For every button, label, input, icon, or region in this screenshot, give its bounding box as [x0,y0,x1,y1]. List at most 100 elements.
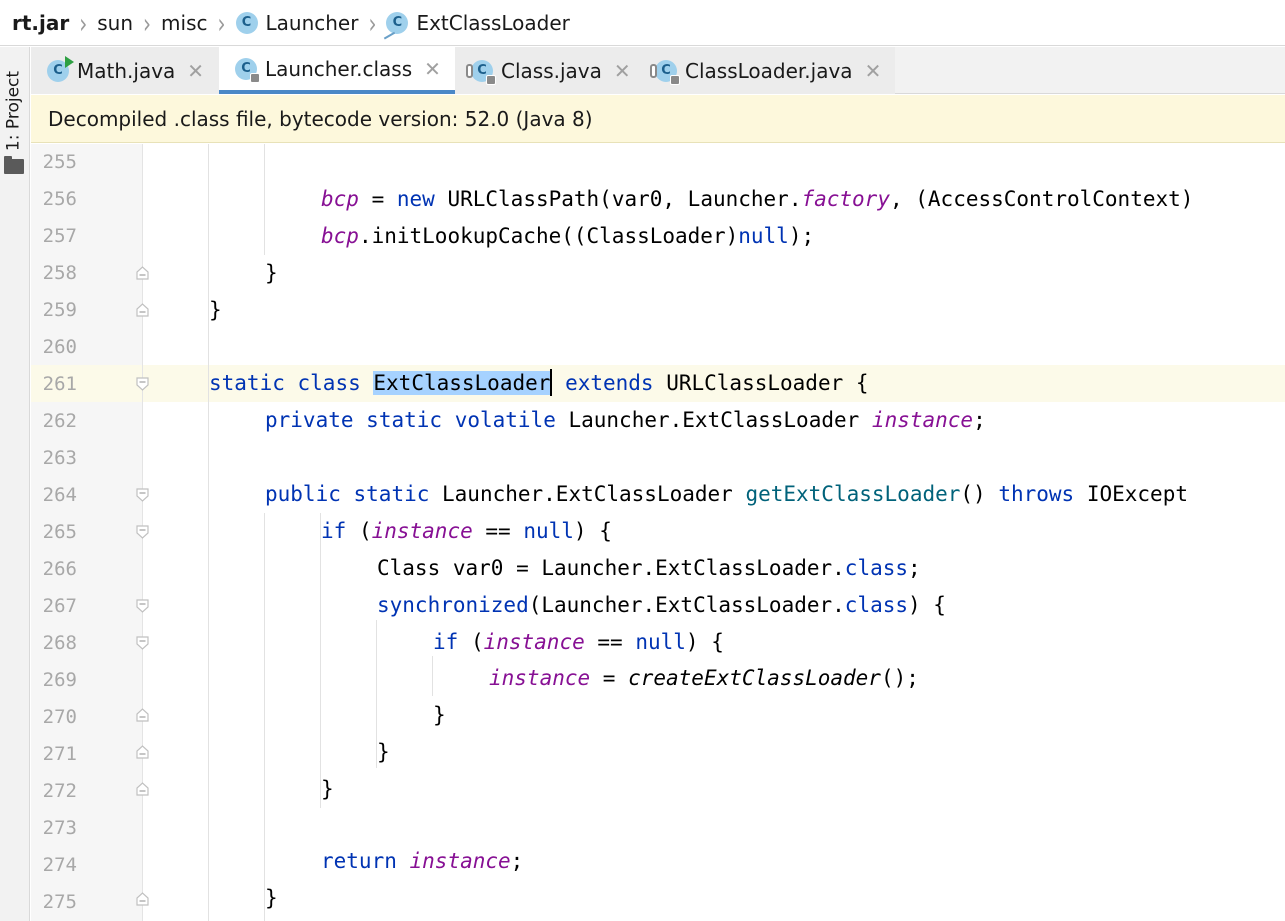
tool-window-strip: 1: Project [0,47,30,921]
line-number[interactable]: 268 [31,625,91,662]
tab-class-java[interactable]: C Class.java ✕ [455,47,639,94]
line-number[interactable]: 257 [31,218,91,255]
indent-guide [264,513,265,921]
code-line-258[interactable]: } [265,255,278,292]
code-line-257[interactable]: bcp.initLookupCache((ClassLoader)null); [321,218,814,255]
line-number[interactable]: 267 [31,588,91,625]
code-line-268[interactable]: if (instance == null) { [433,624,724,661]
breadcrumb-item-misc[interactable]: misc [161,11,207,35]
code-token: () [960,482,999,506]
code-token: static [353,482,430,506]
line-number[interactable]: 264 [31,477,91,514]
code-line-266[interactable]: Class var0 = Launcher.ExtClassLoader.cla… [377,550,921,587]
tab-math-java[interactable]: C Math.java ✕ [31,47,219,94]
code-line-261[interactable]: static class ExtClassLoader extends URLC… [209,365,869,402]
tab-launcher-class[interactable]: C Launcher.class ✕ [219,47,455,94]
code-editor[interactable]: 255 256 257 258 259 260 261 262 263 264 265 266 267 2… [31,144,1285,921]
code-token: null [635,630,686,654]
tab-classloader-java[interactable]: C ClassLoader.java ✕ [639,47,895,94]
code-line-275[interactable]: } [265,880,278,917]
close-icon[interactable]: ✕ [187,59,204,83]
project-tool-button[interactable]: 1: Project [2,61,28,161]
code-token: null [738,224,789,248]
code-line-264[interactable]: public static Launcher.ExtClassLoader ge… [265,476,1188,513]
code-token: new [396,187,435,211]
breadcrumb-item-rt-jar[interactable]: rt.jar [12,11,69,35]
breadcrumb-label: Launcher [265,10,359,35]
breadcrumb-item-extclassloader[interactable]: C ExtClassLoader [381,11,570,39]
fold-start-icon[interactable] [135,598,150,613]
code-line-265[interactable]: if (instance == null) { [321,513,612,550]
fold-start-icon[interactable] [135,524,150,539]
line-number[interactable]: 270 [31,699,91,736]
breadcrumb-item-launcher[interactable]: C Launcher [235,10,359,35]
code-token: instance [409,849,511,873]
close-icon[interactable]: ✕ [614,59,631,83]
fold-end-icon[interactable] [135,708,150,723]
code-token: private [265,408,354,432]
code-token: ( [458,630,484,654]
line-number[interactable]: 255 [31,144,91,181]
tab-label: Launcher.class [265,56,413,81]
code-line-256[interactable]: bcp = new URLClassPath(var0, Launcher.fa… [321,181,1193,218]
line-number[interactable]: 275 [31,884,91,921]
line-number[interactable]: 271 [31,736,91,773]
fold-end-icon[interactable] [135,782,150,797]
fold-start-icon[interactable] [135,376,150,391]
code-token: null [523,519,574,543]
project-tool-label: 1: Project [3,70,24,152]
line-number[interactable]: 263 [31,440,91,477]
code-token: instance [489,666,591,690]
code-line-269[interactable]: instance = createExtClassLoader(); [489,660,919,697]
chevron-right-icon: › [217,5,226,40]
code-token: class [844,593,909,617]
code-token: bcp [321,224,359,248]
line-number[interactable]: 262 [31,403,91,440]
code-token: bcp [321,187,359,211]
line-number[interactable]: 261 [31,366,91,403]
fold-end-icon[interactable] [135,745,150,760]
class-icon: C [381,11,409,39]
breadcrumb-label: misc [161,10,208,35]
folder-icon[interactable] [4,156,24,174]
line-number[interactable]: 266 [31,551,91,588]
fold-end-icon[interactable] [135,892,150,907]
line-number[interactable]: 273 [31,810,91,847]
line-number[interactable]: 259 [31,292,91,329]
editor-tabs: C Math.java ✕ C Launcher.class ✕ C Class… [31,47,1285,94]
line-number[interactable]: 258 [31,255,91,292]
line-number[interactable]: 274 [31,847,91,884]
code-line-271[interactable]: } [377,734,390,771]
code-token: if [321,519,347,543]
close-icon[interactable]: ✕ [865,59,882,83]
abstract-class-icon: C [650,59,680,85]
fold-start-icon[interactable] [135,487,150,502]
code-token: extends [565,371,654,395]
close-icon[interactable]: ✕ [424,57,441,81]
code-token: instance [371,519,473,543]
fold-end-icon[interactable] [135,266,150,281]
code-line-262[interactable]: private static volatile Launcher.ExtClas… [265,402,986,439]
line-number[interactable]: 265 [31,514,91,551]
chevron-right-icon: › [143,5,152,40]
code-token: == [472,519,524,543]
line-number[interactable]: 260 [31,329,91,366]
code-token: volatile [454,408,556,432]
code-token: getExtClassLoader [745,482,961,506]
breadcrumb-item-sun[interactable]: sun [97,11,133,35]
notice-text: Decompiled .class file, bytecode version… [48,106,593,131]
class-icon: C [235,11,258,34]
line-number[interactable]: 269 [31,662,91,699]
fold-start-icon[interactable] [135,635,150,650]
line-number[interactable]: 256 [31,181,91,218]
code-token: instance [871,408,974,432]
line-number[interactable]: 272 [31,773,91,810]
code-line-259[interactable]: } [209,292,222,329]
code-line-270[interactable]: } [433,697,446,734]
code-line-274[interactable]: return instance; [321,843,523,880]
text-caret [550,369,553,396]
code-token: public [265,482,341,506]
code-line-267[interactable]: synchronized(Launcher.ExtClassLoader.cla… [377,587,946,624]
fold-end-icon[interactable] [135,303,150,318]
code-line-272[interactable]: } [321,771,334,808]
